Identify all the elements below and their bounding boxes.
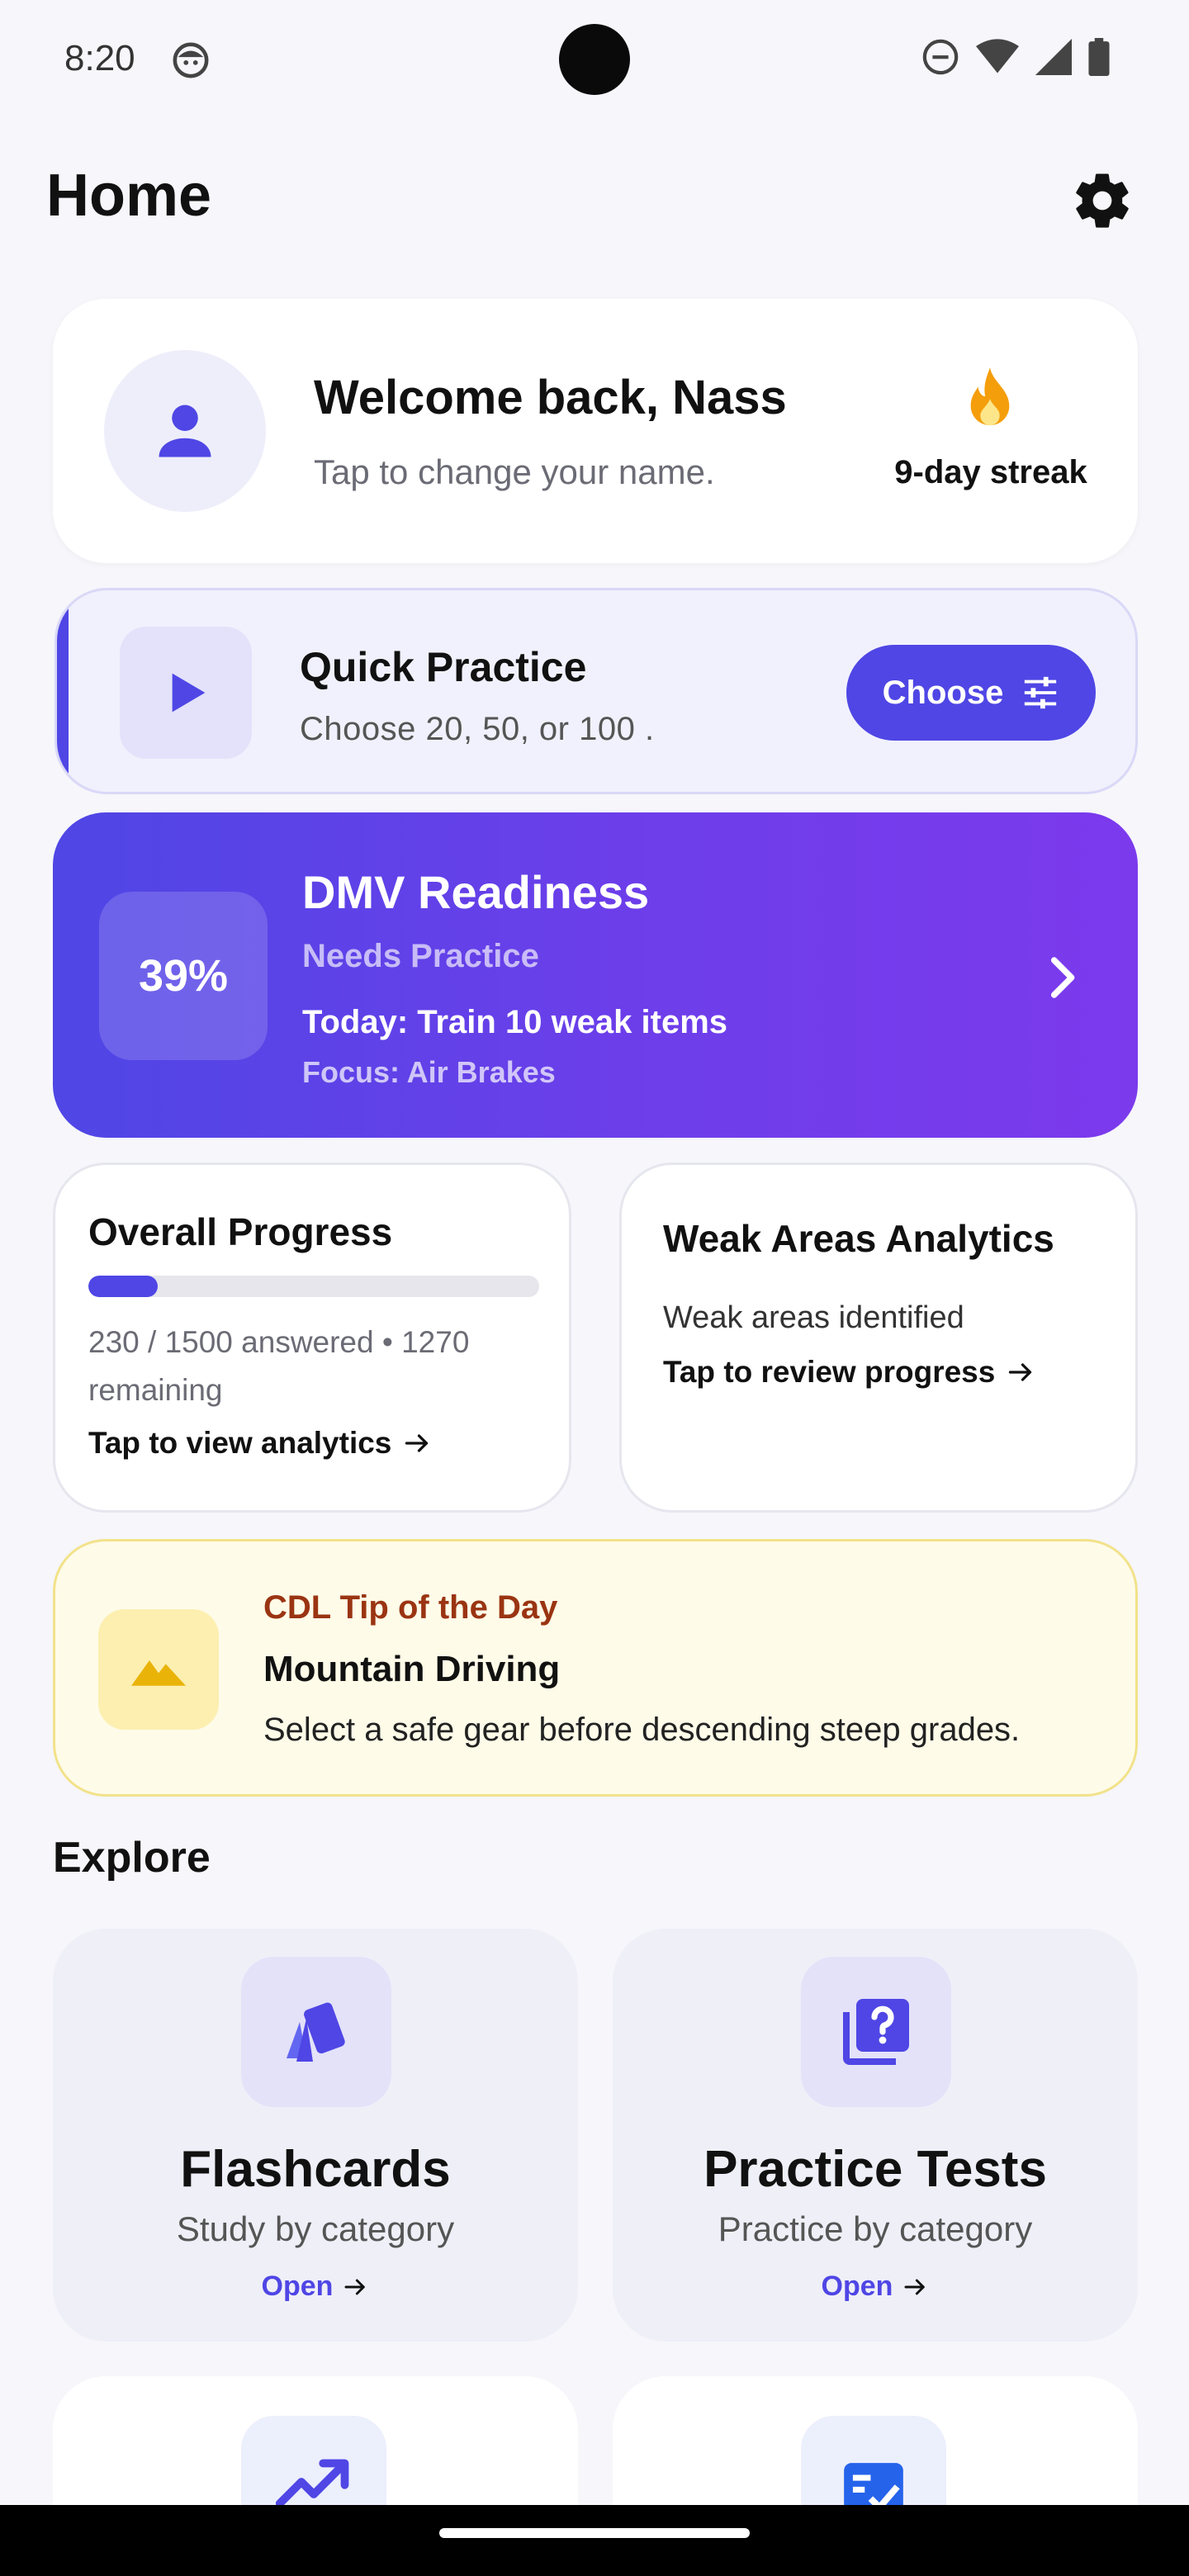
flame-icon: [970, 367, 1010, 426]
status-time: 8:20: [64, 38, 135, 78]
tip-title: Mountain Driving: [263, 1649, 561, 1689]
flashcards-tile[interactable]: Flashcards Study by category Open: [53, 1929, 578, 2342]
view-analytics-label: Tap to view analytics: [88, 1426, 392, 1460]
review-progress-link[interactable]: Tap to review progress: [663, 1355, 1036, 1390]
chevron-right-icon[interactable]: [1039, 954, 1085, 1001]
tile-title: Flashcards: [180, 2141, 451, 2198]
overall-progress-card[interactable]: Overall Progress 230 / 1500 answered • 1…: [53, 1163, 571, 1513]
avatar[interactable]: [104, 350, 266, 512]
quick-practice-card[interactable]: Quick Practice Choose 20, 50, or 100 . C…: [54, 588, 1138, 794]
arrow-right-icon: [904, 2279, 926, 2294]
welcome-card[interactable]: Welcome back, Nass Tap to change your na…: [53, 299, 1138, 563]
readiness-percent: 39%: [99, 892, 268, 1060]
quiz-icon: [843, 1999, 909, 2065]
tip-label: CDL Tip of the Day: [263, 1589, 558, 1626]
home-handle[interactable]: [439, 2528, 750, 2538]
open-link[interactable]: Open: [613, 2271, 1138, 2303]
progress-bar-fill: [88, 1276, 158, 1297]
tile-title: Practice Tests: [703, 2141, 1047, 2198]
review-progress-label: Tap to review progress: [663, 1355, 996, 1389]
arrow-right-icon: [344, 2279, 366, 2294]
readiness-today: Today: Train 10 weak items: [302, 1004, 728, 1040]
arrow-right-icon: [1009, 1363, 1032, 1381]
practice-tests-tile[interactable]: Practice Tests Practice by category Open: [613, 1929, 1138, 2342]
status-icons: [921, 38, 1110, 76]
quick-practice-title: Quick Practice: [300, 644, 587, 690]
system-nav-bar: [0, 2505, 1189, 2576]
welcome-subtitle[interactable]: Tap to change your name.: [314, 452, 715, 492]
streak-label: 9-day streak: [894, 454, 1087, 490]
flashcards-icon-box: [241, 1957, 391, 2107]
practice-tests-icon-box: [801, 1957, 951, 2107]
mountain-icon: [131, 1660, 186, 1686]
cards-icon: [287, 2002, 345, 2062]
signal-icon: [1035, 39, 1072, 75]
gear-icon[interactable]: [1070, 168, 1135, 233]
weak-areas-subtitle: Weak areas identified: [663, 1300, 964, 1335]
readiness-title: DMV Readiness: [302, 866, 650, 918]
battery-icon: [1088, 38, 1110, 76]
tile-subtitle: Practice by category: [718, 2209, 1033, 2248]
analytics-tile[interactable]: [53, 2376, 578, 2525]
weak-areas-card[interactable]: Weak Areas Analytics Weak areas identifi…: [619, 1163, 1138, 1513]
face-icon: [173, 42, 209, 78]
readiness-focus: Focus: Air Brakes: [302, 1055, 556, 1089]
trending-up-icon: [276, 2459, 349, 2507]
open-label: Open: [821, 2271, 893, 2302]
progress-bar: [88, 1276, 539, 1297]
dnd-icon: [922, 39, 959, 75]
weak-areas-title: Weak Areas Analytics: [663, 1217, 1054, 1260]
tip-body: Select a safe gear before descending ste…: [263, 1712, 1021, 1748]
wifi-icon: [976, 39, 1019, 73]
camera-cutout: [559, 24, 630, 95]
readiness-status: Needs Practice: [302, 938, 539, 974]
status-bar: 8:20: [0, 0, 1189, 124]
readiness-card[interactable]: 39% DMV Readiness Needs Practice Today: …: [53, 812, 1138, 1138]
answered-count: 230 / 1500 answered • 1270 remaining: [88, 1325, 470, 1407]
quick-practice-subtitle: Choose 20, 50, or 100 .: [300, 711, 655, 747]
play-icon: [172, 673, 206, 713]
arrow-right-icon: [405, 1434, 429, 1452]
tune-icon: [1025, 676, 1057, 709]
view-analytics-link[interactable]: Tap to view analytics: [88, 1426, 433, 1461]
open-label: Open: [261, 2271, 334, 2302]
choose-button[interactable]: Choose: [846, 645, 1096, 741]
accent-bar: [57, 604, 69, 780]
choose-button-label: Choose: [882, 674, 1004, 711]
overall-progress-title: Overall Progress: [88, 1210, 393, 1253]
page-title: Home: [46, 163, 212, 229]
welcome-title: Welcome back, Nass: [314, 371, 787, 424]
explore-heading: Explore: [53, 1834, 211, 1882]
open-link[interactable]: Open: [53, 2271, 578, 2303]
tip-icon-box: [98, 1609, 219, 1730]
person-icon: [159, 405, 211, 457]
tile-subtitle: Study by category: [176, 2209, 455, 2248]
checklist-tile[interactable]: [613, 2376, 1138, 2525]
quick-practice-icon-box: [120, 627, 252, 759]
tip-card: CDL Tip of the Day Mountain Driving Sele…: [53, 1539, 1138, 1797]
